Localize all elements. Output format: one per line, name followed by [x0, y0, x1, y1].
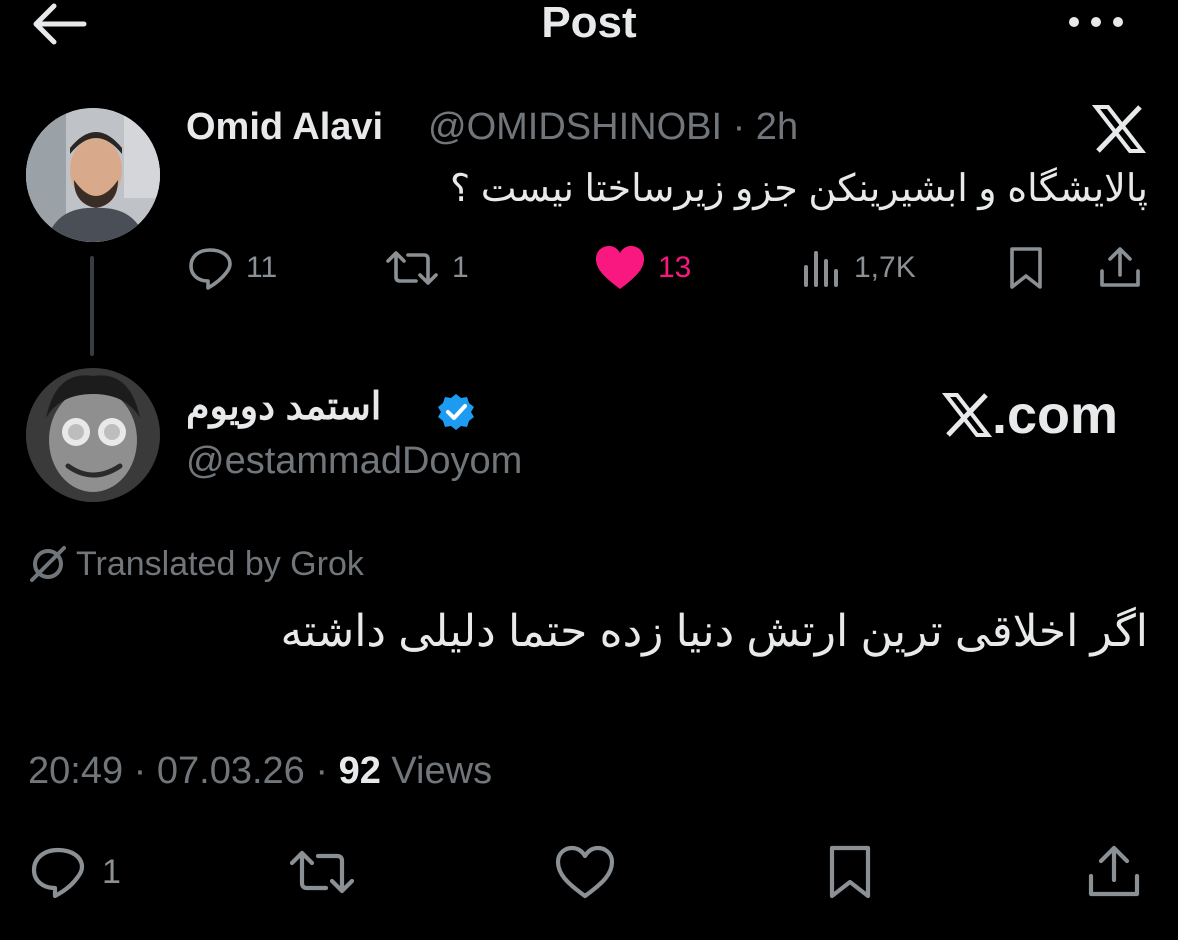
- share-icon: [1086, 844, 1142, 900]
- bookmark-icon: [1006, 245, 1046, 291]
- author-handle[interactable]: @estammadDoyom: [186, 440, 522, 483]
- post-metadata: 20:49 · 07.03.26 · 92 Views: [28, 750, 492, 793]
- heart-filled-icon: [594, 245, 646, 291]
- share-button[interactable]: [1086, 842, 1142, 902]
- reply-icon: [28, 844, 88, 900]
- page-title: Post: [541, 0, 637, 47]
- repost-count: 1: [452, 251, 469, 284]
- repost-icon: [384, 247, 440, 289]
- views-label: Views: [380, 750, 493, 792]
- verified-badge-icon: [436, 392, 476, 432]
- reply-icon: [186, 245, 234, 291]
- x-com-link[interactable]: .com: [942, 384, 1118, 446]
- like-count: 13: [658, 251, 692, 284]
- reply-count: 11: [246, 251, 278, 284]
- quoted-author-handle[interactable]: @OMIDSHINOBI · 2h: [428, 106, 798, 149]
- x-logo-icon: [942, 392, 992, 438]
- quoted-repost-button[interactable]: 1: [384, 244, 469, 292]
- like-button[interactable]: [554, 842, 616, 902]
- heart-outline-icon: [554, 845, 616, 899]
- repost-button[interactable]: [288, 842, 356, 902]
- x-logo-icon: [1092, 104, 1146, 154]
- quoted-views-button[interactable]: 1,7K: [802, 244, 916, 292]
- quoted-post-text: پالایشگاه و ابشیرینکن جزو زیرساختا نیست …: [450, 168, 1148, 210]
- share-icon: [1098, 245, 1142, 291]
- grok-icon: [28, 544, 68, 584]
- avatar[interactable]: [26, 108, 160, 242]
- quoted-share-button[interactable]: [1098, 244, 1142, 292]
- translated-by-grok[interactable]: Translated by Grok: [28, 544, 364, 584]
- views-count: 1,7K: [854, 251, 916, 284]
- reply-button[interactable]: 1: [28, 842, 121, 902]
- quoted-like-button[interactable]: 13: [594, 244, 691, 292]
- bookmark-icon: [826, 844, 874, 900]
- reply-count: 1: [102, 852, 121, 891]
- thread-connector: [90, 256, 94, 356]
- avatar[interactable]: [26, 368, 160, 502]
- translated-label: Translated by Grok: [76, 544, 364, 583]
- more-options-icon[interactable]: [1066, 8, 1126, 36]
- quoted-bookmark-button[interactable]: [1006, 244, 1046, 292]
- post-text: اگر اخلاقی ترین ارتش دنیا زده حتما دلیلی…: [280, 607, 1148, 656]
- bookmark-button[interactable]: [826, 842, 874, 902]
- quoted-reply-button[interactable]: 11: [186, 244, 277, 292]
- views-count: 92: [338, 750, 381, 792]
- author-name[interactable]: استمد دویوم: [186, 384, 381, 429]
- x-com-label: .com: [992, 385, 1119, 445]
- views-chart-icon: [802, 249, 842, 287]
- repost-icon: [288, 846, 356, 898]
- post-timestamp: 20:49 · 07.03.26 ·: [28, 750, 339, 792]
- quoted-author-name[interactable]: Omid Alavi: [186, 106, 383, 149]
